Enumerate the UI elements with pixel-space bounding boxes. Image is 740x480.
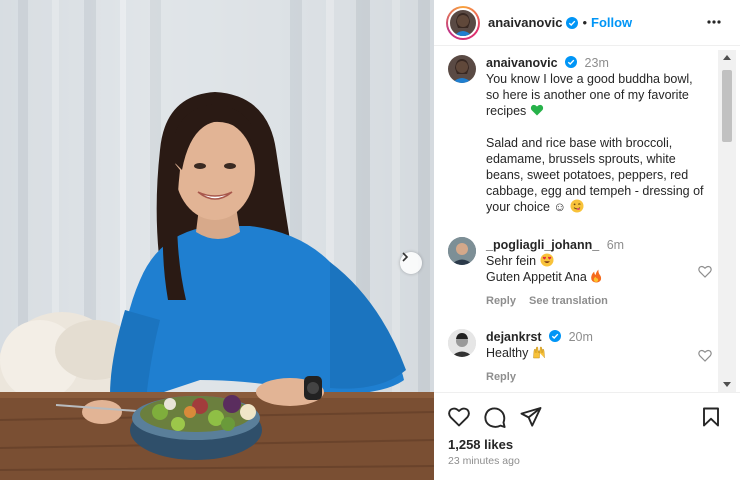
comment-text-2: Guten Appetit Ana [486, 270, 587, 284]
heart-icon[interactable] [448, 407, 470, 427]
author-avatar-story-ring[interactable] [446, 5, 480, 40]
comment-text-1: Healthy [486, 346, 529, 360]
comments-scrollbar[interactable] [718, 50, 736, 392]
comment-like-heart-icon[interactable] [698, 349, 712, 362]
reply-button[interactable]: Reply [486, 295, 516, 307]
comments-section[interactable]: anaivanovic 23m You know I love a good b… [434, 47, 730, 392]
post-caption: anaivanovic 23m You know I love a good b… [448, 55, 718, 215]
post-photo [0, 0, 434, 480]
comment-username[interactable]: dejankrst [486, 330, 542, 344]
comment-time[interactable]: 6m [607, 238, 624, 252]
separator-dot: • [582, 15, 587, 30]
caption-text-1: You know I love a good buddha bowl, so h… [486, 72, 693, 118]
verified-badge-icon [566, 16, 579, 29]
caret-up-icon [723, 55, 731, 60]
caption-text-2: Salad and rice base with broccoli, edama… [486, 136, 704, 214]
post-actions-footer: 1,258 likes 23 minutes ago [434, 392, 740, 480]
fire-emoji-icon [591, 269, 602, 283]
scroll-thumb[interactable] [722, 70, 732, 142]
author-username[interactable]: anaivanovic [488, 15, 562, 30]
post-header: anaivanovic • Follow [434, 0, 740, 46]
raising-hands-emoji-icon [533, 346, 545, 359]
avatar[interactable] [448, 329, 476, 357]
comment-icon[interactable] [484, 407, 506, 429]
post-timestamp[interactable]: 23 minutes ago [448, 455, 520, 467]
comment-item: _pogliagli_johann_ 6m Sehr fein Guten Ap… [448, 237, 718, 309]
caret-down-icon [723, 382, 731, 387]
yum-face-emoji-icon [570, 199, 584, 213]
verified-badge-icon [565, 56, 578, 68]
caption-time[interactable]: 23m [585, 56, 609, 70]
comment-time[interactable]: 20m [569, 330, 593, 344]
reply-button[interactable]: Reply [486, 371, 516, 383]
comment-text-1: Sehr fein [486, 254, 537, 268]
comment-like-heart-icon[interactable] [698, 265, 712, 278]
more-options-icon[interactable] [706, 14, 722, 30]
avatar[interactable] [448, 55, 476, 83]
comment-username[interactable]: _pogliagli_johann_ [486, 238, 599, 252]
paper-plane-icon[interactable] [520, 407, 542, 427]
bookmark-icon[interactable] [702, 407, 720, 427]
green-heart-emoji-icon [530, 104, 543, 116]
avatar [448, 7, 478, 38]
comment-item: dejankrst 20m Healthy Reply [448, 329, 718, 385]
smile-symbol: ☺ [553, 200, 567, 214]
verified-badge-icon [549, 330, 562, 342]
likes-count[interactable]: 1,258 likes [448, 437, 513, 452]
chevron-right-icon [402, 252, 409, 262]
scroll-up-arrow[interactable] [718, 50, 736, 64]
photo-illustration [0, 0, 434, 480]
heart-eyes-emoji-icon [540, 253, 554, 267]
avatar[interactable] [448, 237, 476, 265]
follow-button[interactable]: Follow [591, 15, 632, 30]
next-photo-button[interactable] [400, 252, 422, 274]
scroll-down-arrow[interactable] [718, 378, 736, 392]
caption-username[interactable]: anaivanovic [486, 56, 558, 70]
see-translation-link[interactable]: See translation [529, 295, 608, 307]
